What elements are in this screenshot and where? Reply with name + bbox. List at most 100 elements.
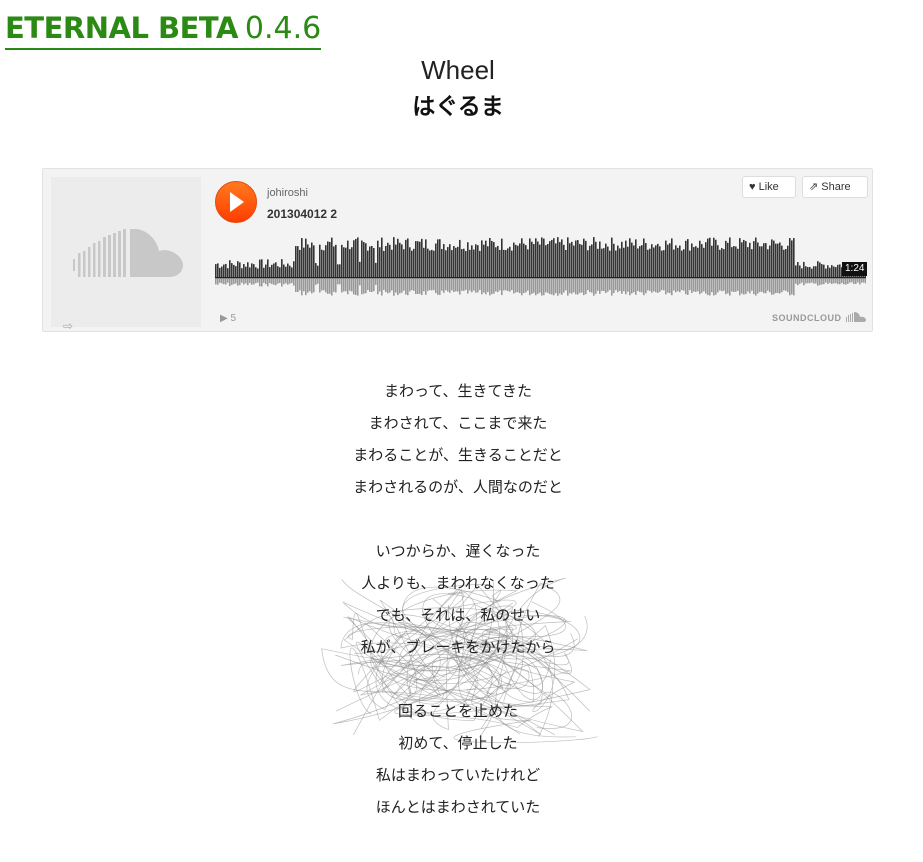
waveform-bar xyxy=(339,264,341,277)
waveform-reflection xyxy=(319,279,321,293)
waveform-reflection xyxy=(263,279,265,283)
waveform-bar xyxy=(479,250,481,277)
waveform-reflection xyxy=(439,279,441,295)
waveform-bar xyxy=(357,237,359,277)
site-title-link[interactable]: ETERNAL BETA 0.4.6 xyxy=(5,8,322,50)
waveform-reflection xyxy=(521,279,523,296)
waveform-reflection xyxy=(599,279,601,294)
play-button[interactable] xyxy=(215,181,257,223)
waveform-bar xyxy=(361,240,363,277)
waveform-reflection xyxy=(477,279,479,293)
waveform-bar xyxy=(665,240,667,277)
waveform-bar xyxy=(263,267,265,277)
waveform-reflection xyxy=(659,279,661,292)
waveform-reflection xyxy=(713,279,715,296)
track-title[interactable]: 201304012 2 xyxy=(267,207,337,221)
waveform-reflection xyxy=(673,279,675,291)
waveform-bar xyxy=(421,238,423,277)
waveform-bar xyxy=(407,238,409,277)
waveform-bar xyxy=(453,246,455,277)
waveform-reflection xyxy=(465,279,467,290)
waveform-bar xyxy=(443,244,445,277)
waveform-reflection xyxy=(339,279,341,285)
waveform-bar xyxy=(363,242,365,277)
waveform-bar xyxy=(353,240,355,277)
waveform-reflection xyxy=(701,279,703,293)
waveform[interactable] xyxy=(215,231,866,301)
waveform-reflection xyxy=(797,279,799,286)
waveform-bar xyxy=(397,238,399,277)
waveform-bar xyxy=(509,246,511,277)
waveform-bar xyxy=(335,244,337,277)
waveform-reflection xyxy=(383,279,385,290)
waveform-bar xyxy=(337,264,339,277)
waveform-bar xyxy=(501,238,503,277)
waveform-bar xyxy=(571,241,573,277)
lyric-line: いつからか、遅くなった xyxy=(375,542,541,560)
waveform-reflection xyxy=(765,279,767,294)
waveform-reflection xyxy=(245,279,247,284)
soundcloud-logo-text[interactable]: SOUNDCLOUD xyxy=(772,313,842,323)
waveform-reflection xyxy=(411,279,413,291)
waveform-reflection xyxy=(473,279,475,291)
waveform-bar xyxy=(215,264,217,277)
waveform-bar xyxy=(587,250,589,277)
waveform-bar xyxy=(791,240,793,277)
waveform-reflection xyxy=(859,279,861,285)
play-icon xyxy=(230,192,244,212)
waveform-reflection xyxy=(337,279,339,285)
waveform-reflection xyxy=(321,279,323,291)
like-label: Like xyxy=(758,181,779,193)
waveform-bar xyxy=(589,245,591,277)
waveform-reflection xyxy=(683,279,685,291)
waveform-reflection xyxy=(389,279,391,293)
waveform-bar xyxy=(279,267,281,277)
waveform-reflection xyxy=(615,279,617,291)
waveform-bar xyxy=(281,259,283,277)
waveform-reflection xyxy=(705,279,707,294)
waveform-reflection xyxy=(369,279,371,292)
track-user[interactable]: johiroshi xyxy=(267,187,308,199)
waveform-bar xyxy=(319,244,321,277)
waveform-reflection xyxy=(809,279,811,284)
waveform-bar xyxy=(783,249,785,277)
waveform-bar xyxy=(553,238,555,277)
waveform-reflection xyxy=(391,279,393,291)
like-button[interactable]: ♥ Like xyxy=(742,176,796,198)
waveform-bar xyxy=(451,250,453,277)
waveform-reflection xyxy=(803,279,805,286)
waveform-bar xyxy=(577,240,579,277)
waveform-reflection xyxy=(347,279,349,295)
waveform-reflection xyxy=(311,279,313,294)
waveform-bar xyxy=(221,266,223,277)
waveform-reflection xyxy=(405,279,407,295)
waveform-bar xyxy=(789,238,791,277)
waveform-reflection xyxy=(637,279,639,291)
waveform-bar xyxy=(835,267,837,277)
waveform-bar xyxy=(503,249,505,277)
waveform-bar xyxy=(753,241,755,277)
waveform-reflection xyxy=(851,279,853,283)
waveform-bar xyxy=(511,250,513,277)
waveform-bar xyxy=(573,245,575,277)
waveform-bar xyxy=(445,250,447,277)
lyric-line: ほんとはまわされていた xyxy=(375,798,541,816)
share-arrow-icon[interactable]: ⇨ xyxy=(63,319,73,333)
waveform-bar xyxy=(373,247,375,277)
waveform-reflection xyxy=(329,279,331,294)
waveform-bar xyxy=(385,245,387,277)
waveform-bar xyxy=(561,239,563,277)
waveform-reflection xyxy=(651,279,653,293)
waveform-reflection xyxy=(317,279,319,284)
waveform-reflection xyxy=(505,279,507,291)
waveform-bar xyxy=(679,245,681,277)
waveform-bar xyxy=(729,237,731,277)
waveform-bar xyxy=(377,240,379,277)
waveform-bar xyxy=(757,242,759,277)
waveform-reflection xyxy=(323,279,325,291)
waveform-reflection xyxy=(755,279,757,296)
track-artwork[interactable]: ⇨ xyxy=(51,177,201,333)
waveform-bar xyxy=(557,237,559,277)
waveform-reflection xyxy=(777,279,779,294)
share-button[interactable]: ⇗ Share xyxy=(802,176,868,198)
